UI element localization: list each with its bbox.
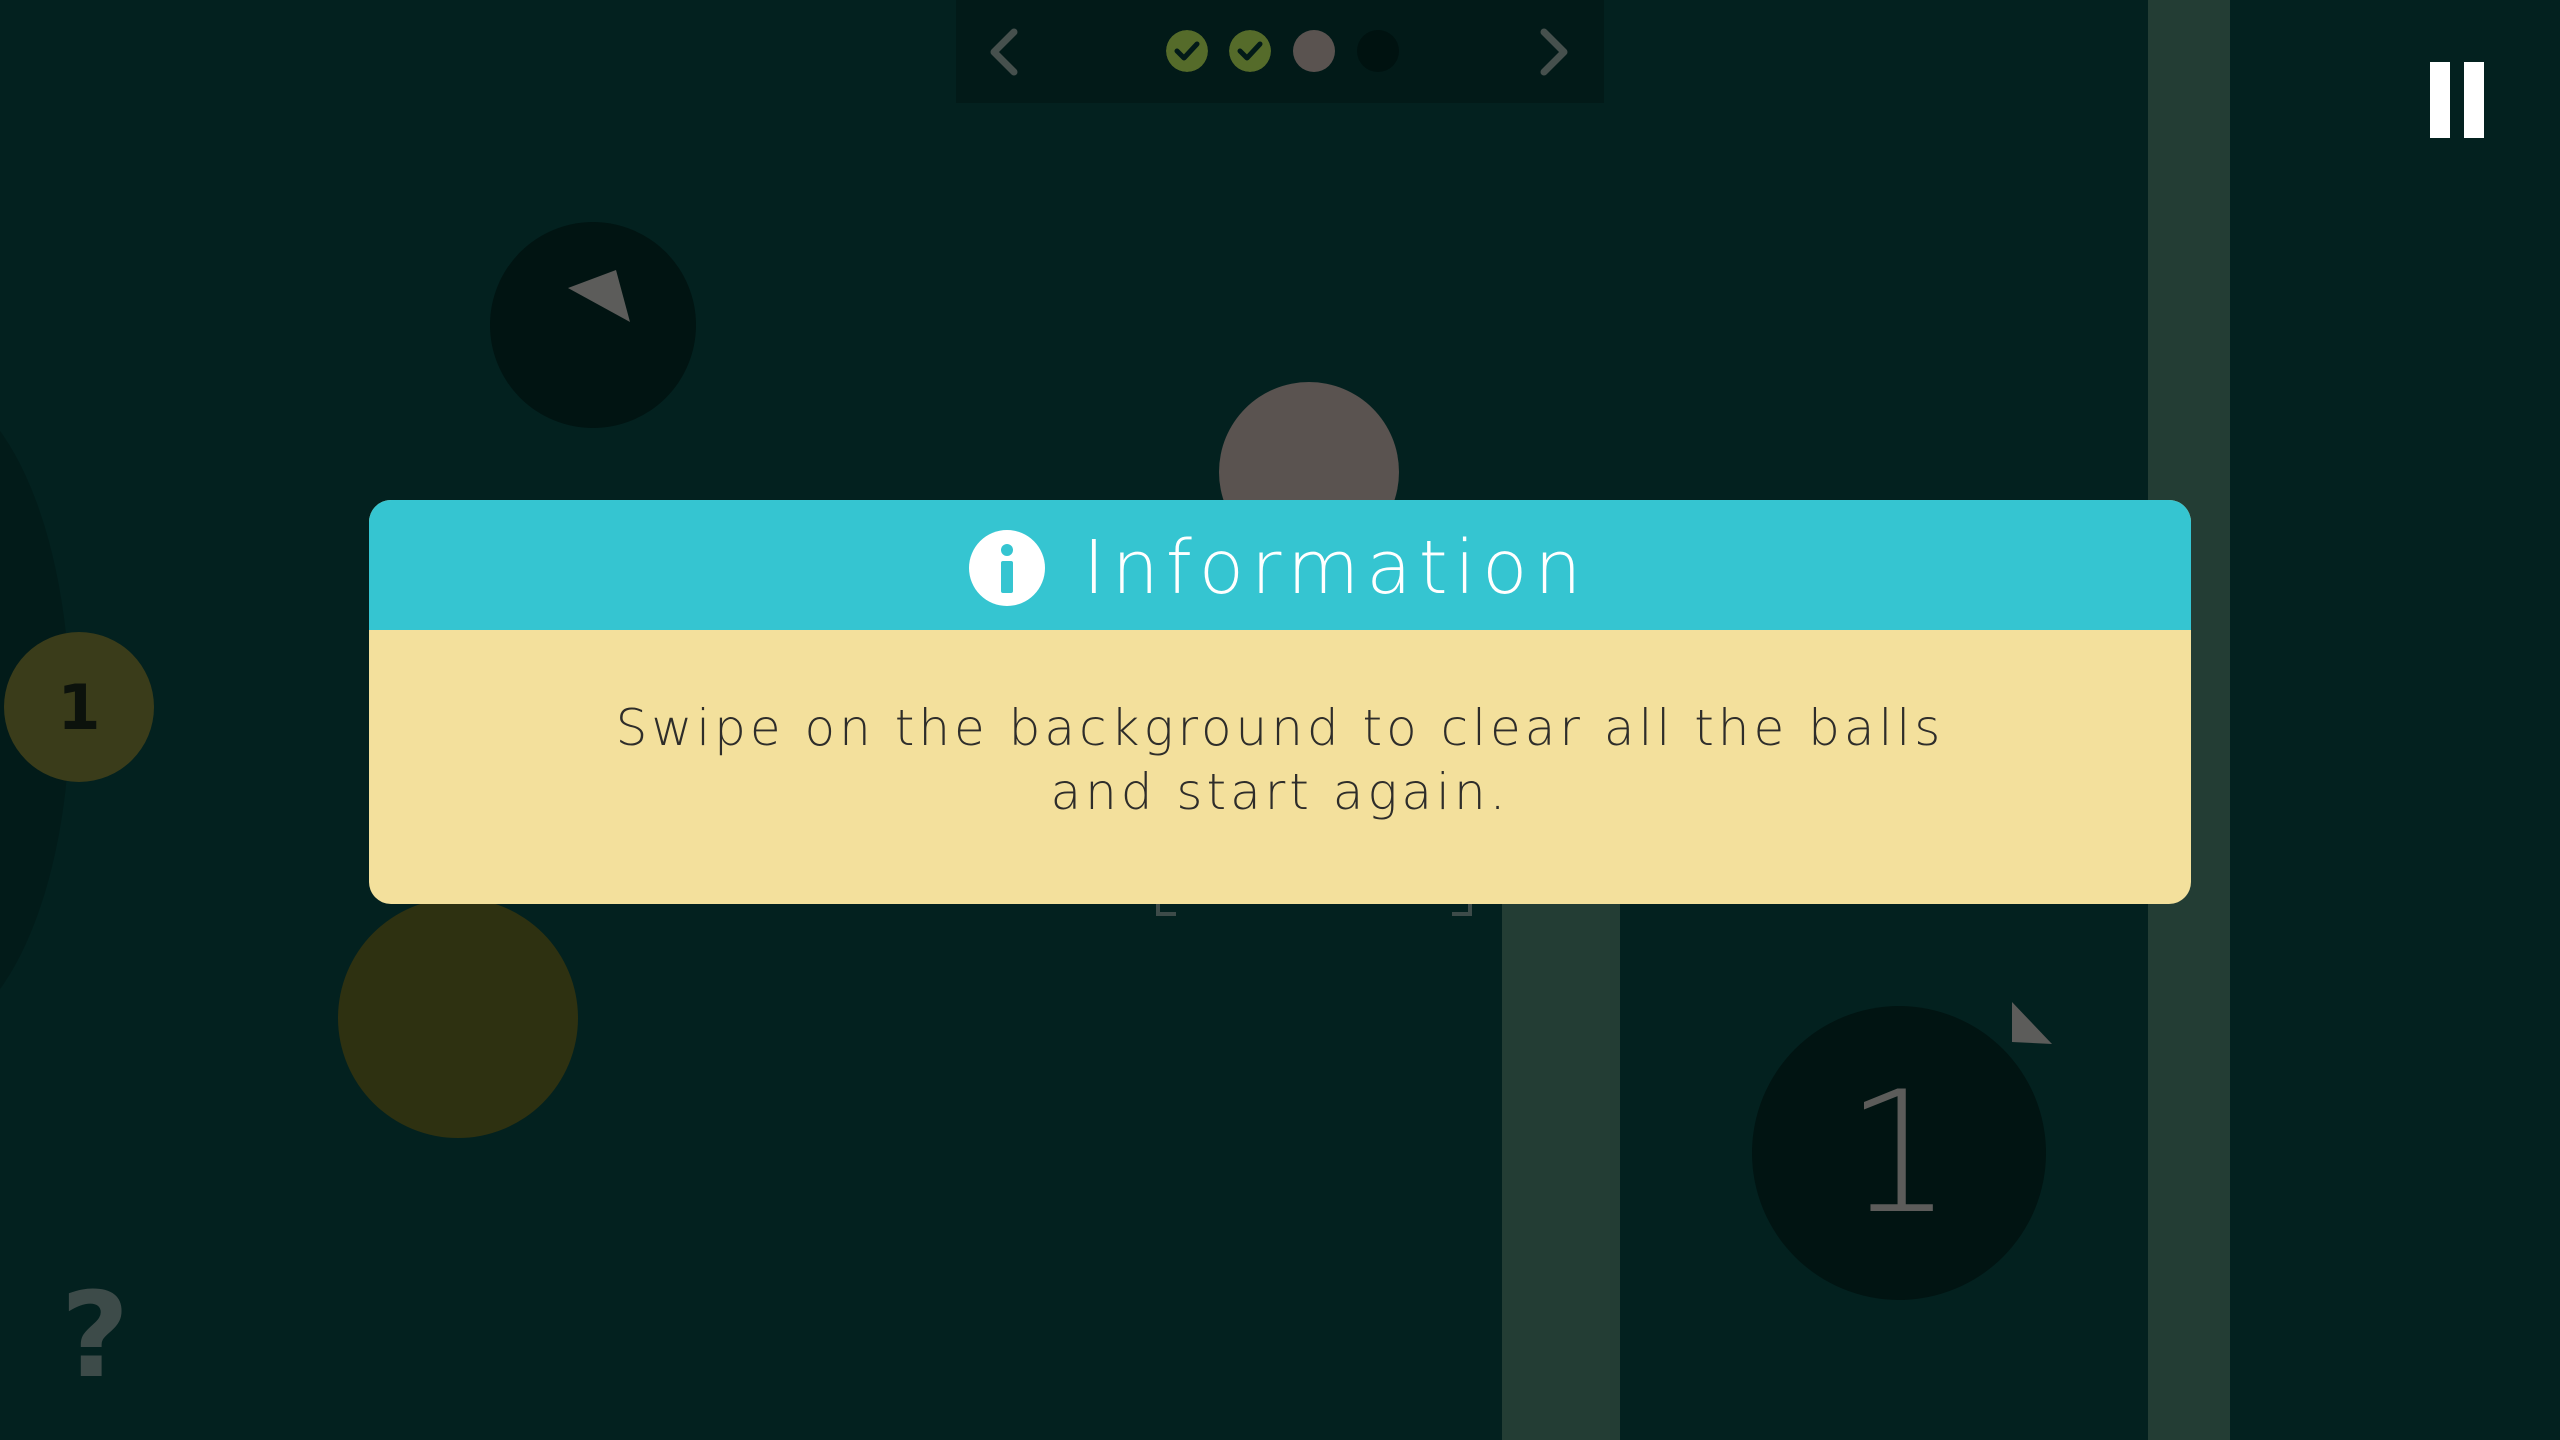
info-icon bbox=[969, 530, 1045, 606]
dialog-message: Swipe on the background to clear all the… bbox=[615, 699, 1945, 821]
information-dialog[interactable]: Information Swipe on the background to c… bbox=[369, 500, 2191, 904]
pause-bar-left bbox=[2430, 62, 2450, 138]
shooter-ball-top-left[interactable] bbox=[490, 222, 696, 428]
pause-bar-right bbox=[2464, 62, 2484, 138]
ball-number: 1 bbox=[1845, 1055, 1953, 1251]
wall-center bbox=[1502, 880, 1620, 1440]
help-button[interactable]: ? bbox=[50, 1270, 140, 1400]
dialog-header: Information bbox=[369, 500, 2191, 630]
level-dot-4-locked[interactable] bbox=[1357, 30, 1399, 72]
chevron-left-icon[interactable] bbox=[976, 22, 1036, 82]
dialog-title: Information bbox=[1083, 525, 1589, 611]
level-dot-2-check-icon[interactable] bbox=[1229, 30, 1271, 72]
numbered-ball-left[interactable]: 1 bbox=[4, 632, 154, 782]
olive-ball[interactable] bbox=[338, 898, 578, 1138]
chevron-right-icon[interactable] bbox=[1522, 22, 1582, 82]
level-dot-3-current[interactable] bbox=[1293, 30, 1335, 72]
pause-button[interactable] bbox=[2420, 58, 2490, 144]
numbered-ball-bottom-right[interactable]: 1 bbox=[1752, 1006, 2046, 1300]
ball-number: 1 bbox=[57, 670, 101, 744]
direction-triangle-icon bbox=[568, 270, 630, 322]
level-progress-bar bbox=[956, 0, 1604, 103]
direction-triangle-icon bbox=[2012, 1002, 2052, 1044]
game-board[interactable]: 1 1 ? Information Swipe on the backgroun… bbox=[0, 0, 2560, 1440]
level-dot-1-check-icon[interactable] bbox=[1166, 30, 1208, 72]
